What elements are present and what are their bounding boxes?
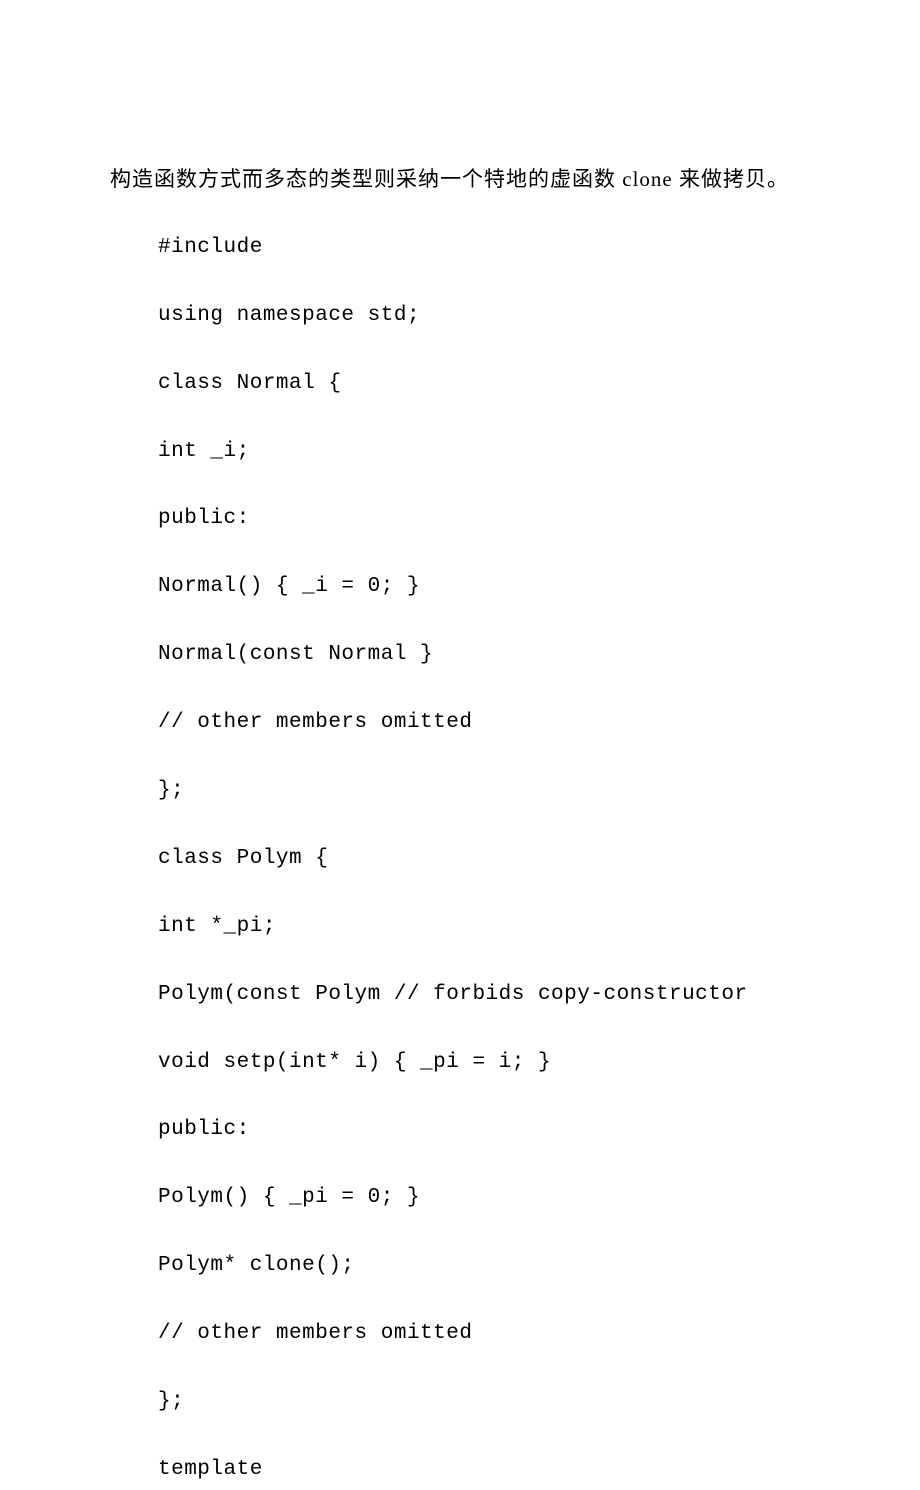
code-line: public: [110,499,810,539]
code-line: template [110,1450,810,1490]
code-line: public: [110,1110,810,1150]
code-line: class Polym { [110,839,810,879]
code-line: Normal(const Normal } [110,635,810,675]
code-line: int _i; [110,432,810,472]
code-line: Polym* clone(); [110,1246,810,1286]
code-line: class Normal { [110,364,810,404]
code-line: // other members omitted [110,703,810,743]
code-line: using namespace std; [110,296,810,336]
code-line: int *_pi; [110,907,810,947]
code-line: Normal() { _i = 0; } [110,567,810,607]
code-line: #include [110,228,810,268]
code-line: // other members omitted [110,1314,810,1354]
code-line: Polym() { _pi = 0; } [110,1178,810,1218]
intro-paragraph: 构造函数方式而多态的类型则采纳一个特地的虚函数 clone 来做拷贝。 [110,160,810,200]
code-line: }; [110,771,810,811]
code-line: Polym(const Polym // forbids copy-constr… [110,975,810,1015]
code-line: }; [110,1382,810,1422]
code-line: void setp(int* i) { _pi = i; } [110,1043,810,1083]
